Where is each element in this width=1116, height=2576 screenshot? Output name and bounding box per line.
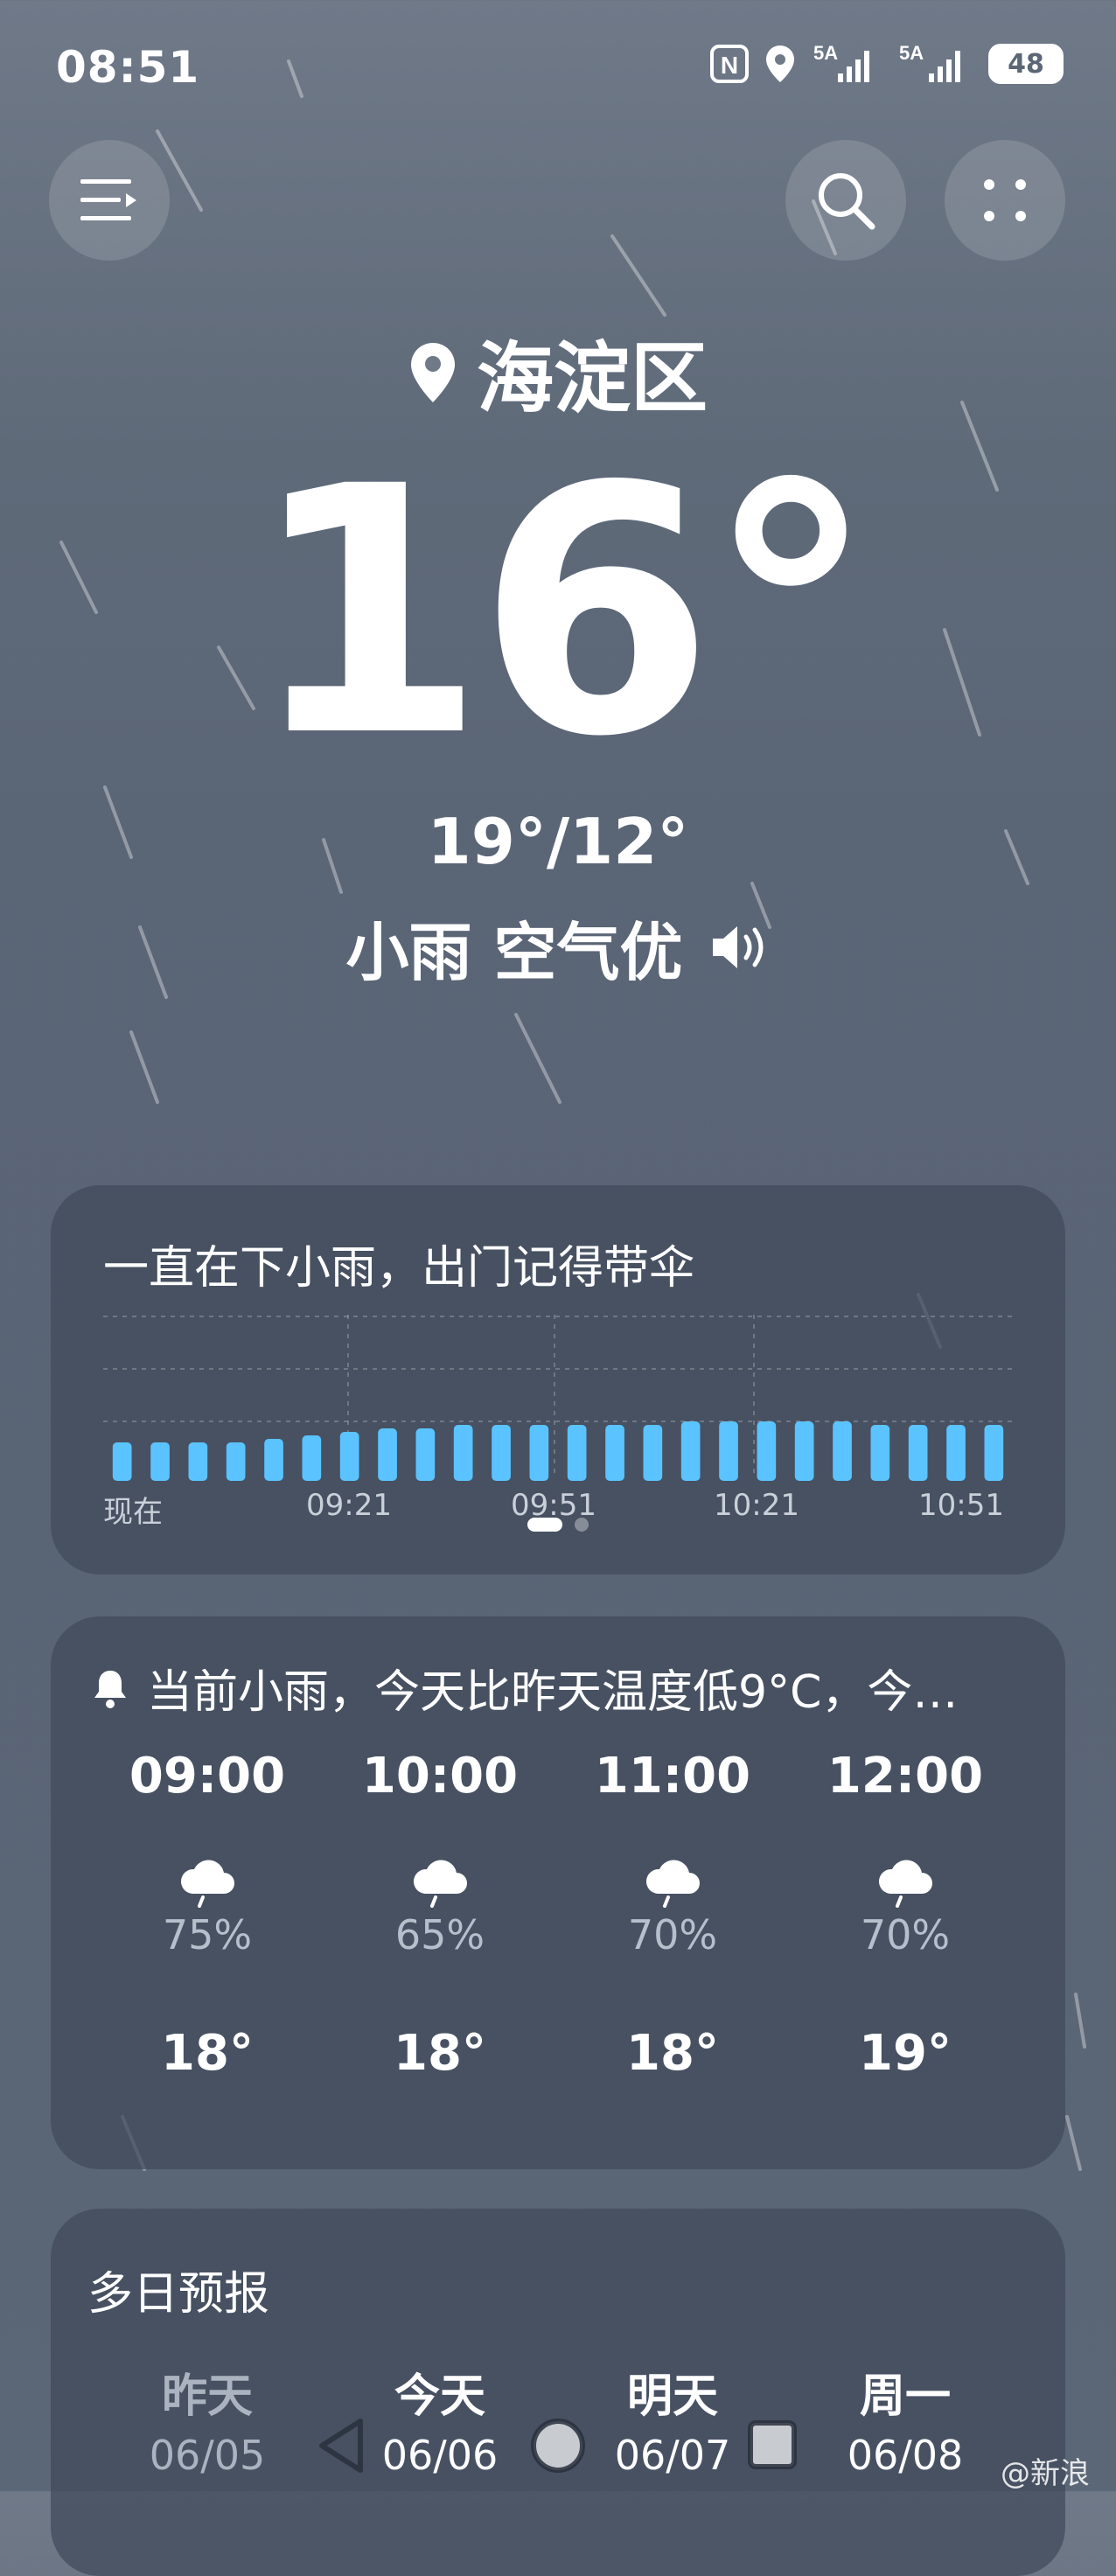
more-dots-icon [984,179,1026,221]
precip-bar [719,1421,738,1481]
more-button[interactable] [945,140,1065,261]
precip-bar [378,1428,397,1481]
signal-icon-2: 5A [897,42,973,86]
hour-temp: 18° [394,2025,486,2082]
precip-bar [680,1421,701,1481]
search-icon [819,173,875,230]
nfc-icon: N [710,42,749,86]
home-icon[interactable] [531,2419,585,2473]
hour-precip: 70% [860,1911,951,1958]
precip-bar [226,1442,246,1481]
precip-bar [870,1425,890,1481]
location-icon [764,42,796,86]
status-icons: N 5A 5A 48 [710,42,1064,86]
forecast-title: 多日预报 [87,2268,270,2321]
bell-icon [94,1670,126,1708]
precip-bar [112,1442,132,1481]
battery-icon: 48 [988,44,1064,84]
precip-bar [794,1421,814,1481]
page-dot-active[interactable] [527,1518,562,1532]
location-pin-icon [410,342,455,402]
hour-item[interactable]: 12:00 70% 19° [789,1748,1022,2082]
status-bar: 08:51 N 5A 5A 48 [0,0,1116,140]
status-time: 08:51 [56,42,200,93]
condition-text: 小雨 空气优 [345,916,683,989]
hour-time: 12:00 [827,1748,984,1805]
rain-cloud-icon [789,1855,1022,1908]
speaker-icon[interactable] [709,923,771,972]
rain-cloud-icon [91,1855,324,1908]
watermark: @新浪 [1001,2456,1090,2491]
hour-item[interactable]: 09:00 75% 18° [91,1748,324,2082]
rain-forecast-card[interactable]: 一直在下小雨，出门记得带伞 现在 09:21 09:51 10:21 10:51 [51,1185,1065,1574]
hour-item[interactable]: 11:00 70% 18° [556,1748,789,2082]
rain-bars-chart [112,1421,1004,1481]
precip-bar [492,1425,511,1481]
multi-day-forecast-card[interactable]: 多日预报 昨天 06/05 今天 06/06 明天 06/07 周一 06/08 [51,2209,1065,2576]
page-dot[interactable] [575,1518,589,1532]
hour-precip: 75% [162,1911,253,1958]
menu-icon [80,179,136,220]
recents-icon[interactable] [748,2420,797,2469]
current-temperature: 16° [248,414,876,811]
weather-alert[interactable]: 当前小雨，今天比昨天温度低9°C，今… [91,1655,1036,1721]
precip-bar [188,1442,208,1481]
rain-cloud-icon [324,1855,556,1908]
hourly-list: 09:00 75% 18° 10:00 65% 18° 11:00 70% 18… [51,1748,1065,2082]
svg-text:N: N [721,52,738,79]
precip-bar [833,1421,852,1481]
hour-time: 10:00 [361,1748,519,1805]
precip-bar [757,1421,777,1481]
location-name: 海淀区 [476,333,708,423]
precip-bar [453,1425,473,1481]
precip-bar [605,1425,624,1481]
navigation-bar [319,2419,797,2473]
hour-item[interactable]: 10:00 65% 18° [324,1748,556,2082]
hourly-forecast-card[interactable]: 当前小雨，今天比昨天温度低9°C，今… 09:00 75% 18° 10:00 … [51,1616,1065,2169]
precip-bar [984,1425,1004,1481]
hour-temp: 18° [626,2025,719,2082]
menu-button[interactable] [49,140,170,261]
hour-temp: 19° [859,2025,952,2082]
temperature-range: 19°/12° [427,805,689,878]
precip-bar [339,1432,359,1481]
hour-precip: 65% [394,1911,485,1958]
precip-bar [302,1435,322,1481]
rain-card-title: 一直在下小雨，出门记得带伞 [103,1242,695,1295]
precip-bar [415,1428,436,1481]
search-button[interactable] [785,140,906,261]
page-indicator [0,1518,1116,1532]
location-header[interactable]: 海淀区 [0,317,1116,428]
signal2-label: 5A [899,42,924,64]
precip-bar [529,1425,549,1481]
condition-row: 小雨 空气优 [0,901,1116,993]
precip-bar [150,1442,170,1481]
hour-time: 11:00 [594,1748,751,1805]
hour-precip: 70% [627,1911,718,1958]
back-icon[interactable] [319,2419,363,2473]
precip-bar [567,1425,587,1481]
signal-icon: 5A [812,42,882,86]
alert-text: 当前小雨，今天比昨天温度低9°C，今… [147,1666,959,1719]
signal1-label: 5A [813,42,838,64]
precip-bar [643,1425,663,1481]
precip-bar [946,1425,966,1481]
rain-cloud-icon [556,1855,789,1908]
precip-bar [264,1439,283,1481]
precip-bar [908,1425,928,1481]
hour-time: 09:00 [129,1748,286,1805]
hour-temp: 18° [161,2025,254,2082]
